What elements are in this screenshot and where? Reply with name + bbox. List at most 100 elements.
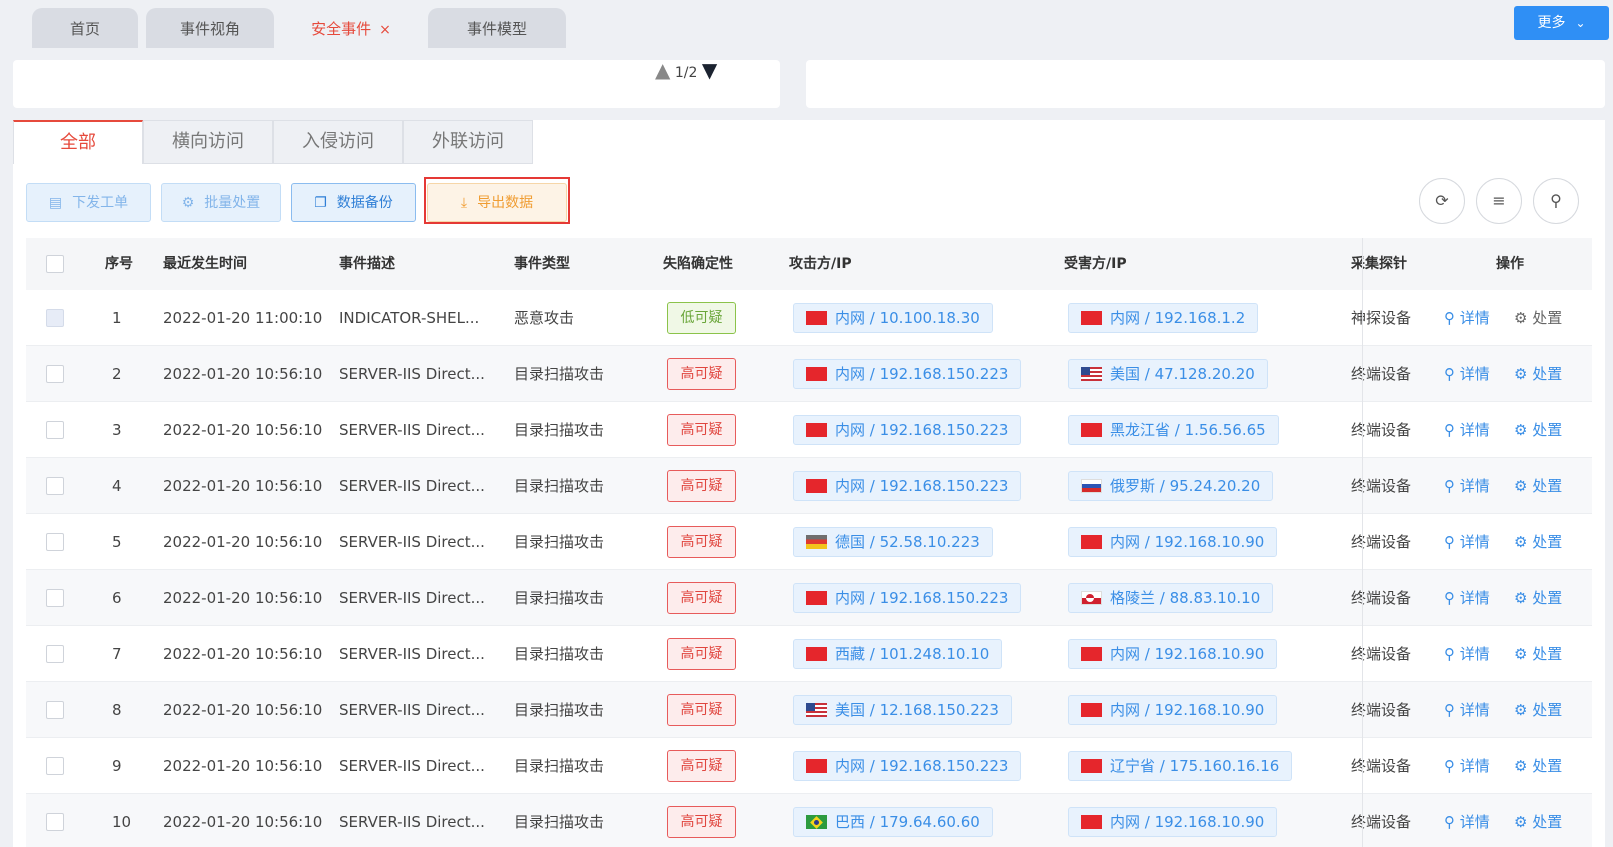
detail-link[interactable]: ⚲ 详情 [1444, 794, 1490, 847]
cell-probe: 终端设备 [1351, 757, 1412, 775]
summary-card-right [806, 60, 1605, 108]
tab-security-events[interactable]: 安全事件 × [282, 8, 420, 48]
victim-ip[interactable]: 黑龙江省 / 1.56.56.65 [1068, 415, 1279, 445]
row-checkbox[interactable] [46, 365, 64, 383]
table-row[interactable]: 6 2022-01-20 10:56:10 SERVER-IIS Direct...… [26, 570, 1592, 626]
attacker-ip-text: 内网 / 192.168.150.223 [835, 589, 1009, 607]
tab-home[interactable]: 首页 [32, 8, 138, 48]
detail-link[interactable]: ⚲ 详情 [1444, 346, 1490, 402]
victim-ip[interactable]: 内网 / 192.168.10.90 [1068, 807, 1278, 837]
handle-link[interactable]: ⚙ 处置 [1514, 794, 1562, 847]
row-checkbox[interactable] [46, 533, 64, 551]
table-row[interactable]: 4 2022-01-20 10:56:10 SERVER-IIS Direct...… [26, 458, 1592, 514]
row-checkbox[interactable] [46, 701, 64, 719]
handle-link[interactable]: ⚙ 处置 [1514, 514, 1562, 570]
victim-ip[interactable]: 内网 / 192.168.10.90 [1068, 639, 1278, 669]
row-checkbox[interactable] [46, 421, 64, 439]
attacker-ip[interactable]: 内网 / 10.100.18.30 [793, 303, 993, 333]
victim-ip[interactable]: 内网 / 192.168.10.90 [1068, 695, 1278, 725]
flag-icon [1081, 647, 1102, 661]
attacker-ip[interactable]: 内网 / 192.168.150.223 [793, 751, 1022, 781]
filter-settings-button[interactable]: ≡ [1476, 178, 1522, 224]
search-button[interactable]: ⚲ [1533, 178, 1579, 224]
detail-link[interactable]: ⚲ 详情 [1444, 570, 1490, 626]
batch-handle-button[interactable]: ⚙ 批量处置 [161, 183, 281, 222]
detail-link[interactable]: ⚲ 详情 [1444, 290, 1490, 346]
attacker-ip[interactable]: 内网 / 192.168.150.223 [793, 415, 1022, 445]
handle-link[interactable]: ⚙ 处置 [1514, 738, 1562, 794]
handle-link[interactable]: ⚙ 处置 [1514, 402, 1562, 458]
attacker-ip[interactable]: 内网 / 192.168.150.223 [793, 583, 1022, 613]
handle-link[interactable]: ⚙ 处置 [1514, 682, 1562, 738]
search-icon: ⚲ [1444, 309, 1460, 327]
handle-link[interactable]: ⚙ 处置 [1514, 458, 1562, 514]
attacker-ip[interactable]: 西藏 / 101.248.10.10 [793, 639, 1003, 669]
victim-ip[interactable]: 美国 / 47.128.20.20 [1068, 359, 1268, 389]
detail-link[interactable]: ⚲ 详情 [1444, 402, 1490, 458]
more-button[interactable]: 更多 ⌄ [1514, 6, 1609, 40]
table-row[interactable]: 8 2022-01-20 10:56:10 SERVER-IIS Direct...… [26, 682, 1592, 738]
detail-link[interactable]: ⚲ 详情 [1444, 738, 1490, 794]
row-checkbox[interactable] [46, 309, 64, 327]
close-icon[interactable]: × [379, 22, 391, 38]
table-row[interactable]: 3 2022-01-20 10:56:10 SERVER-IIS Direct...… [26, 402, 1592, 458]
attacker-ip[interactable]: 内网 / 192.168.150.223 [793, 471, 1022, 501]
table-row[interactable]: 10 2022-01-20 10:56:10 SERVER-IIS Direct..… [26, 794, 1592, 847]
attacker-ip[interactable]: 德国 / 52.58.10.223 [793, 527, 993, 557]
handle-link[interactable]: ⚙ 处置 [1514, 626, 1562, 682]
cell-time: 2022-01-20 10:56:10 [163, 645, 323, 663]
attacker-ip-text: 内网 / 192.168.150.223 [835, 421, 1009, 439]
table-row[interactable]: 9 2022-01-20 10:56:10 SERVER-IIS Direct...… [26, 738, 1592, 794]
attacker-ip[interactable]: 美国 / 12.168.150.223 [793, 695, 1012, 725]
handle-link[interactable]: ⚙ 处置 [1514, 290, 1562, 346]
victim-ip[interactable]: 辽宁省 / 175.160.16.16 [1068, 751, 1293, 781]
victim-ip[interactable]: 内网 / 192.168.1.2 [1068, 303, 1259, 333]
handle-label: 处置 [1532, 365, 1563, 383]
detail-link[interactable]: ⚲ 详情 [1444, 682, 1490, 738]
triangle-down-icon[interactable]: ▼ [702, 58, 717, 82]
row-checkbox[interactable] [46, 645, 64, 663]
table-row[interactable]: 1 2022-01-20 11:00:10 INDICATOR-SHEL... 恶意攻… [26, 290, 1592, 346]
subtab-lateral[interactable]: 横向访问 [143, 120, 273, 164]
victim-ip[interactable]: 内网 / 192.168.10.90 [1068, 527, 1278, 557]
dispatch-ticket-button[interactable]: ▤ 下发工单 [26, 183, 151, 222]
victim-ip-text: 内网 / 192.168.10.90 [1110, 701, 1265, 719]
select-all-checkbox[interactable] [46, 255, 64, 273]
cell-index: 2 [112, 365, 122, 383]
highlight-box [424, 177, 570, 224]
refresh-button[interactable]: ⟳ [1419, 178, 1465, 224]
table-row[interactable]: 7 2022-01-20 10:56:10 SERVER-IIS Direct...… [26, 626, 1592, 682]
data-backup-button[interactable]: ❐ 数据备份 [291, 183, 416, 222]
search-icon: ⚲ [1444, 477, 1460, 495]
cell-description: SERVER-IIS Direct... [339, 589, 485, 607]
row-checkbox[interactable] [46, 813, 64, 831]
detail-link[interactable]: ⚲ 详情 [1444, 458, 1490, 514]
handle-link[interactable]: ⚙ 处置 [1514, 346, 1562, 402]
attacker-ip-text: 内网 / 192.168.150.223 [835, 757, 1009, 775]
cell-type: 目录扫描攻击 [514, 813, 605, 831]
table-row[interactable]: 5 2022-01-20 10:56:10 SERVER-IIS Direct...… [26, 514, 1592, 570]
cell-type: 目录扫描攻击 [514, 645, 605, 663]
cell-time: 2022-01-20 10:56:10 [163, 533, 323, 551]
victim-ip[interactable]: 俄罗斯 / 95.24.20.20 [1068, 471, 1274, 501]
attacker-ip[interactable]: 巴西 / 179.64.60.60 [793, 807, 993, 837]
detail-label: 详情 [1459, 645, 1490, 663]
subtab-intrusion[interactable]: 入侵访问 [273, 120, 403, 164]
pager: ▲ 1/2 ▼ [655, 58, 717, 82]
table-row[interactable]: 2 2022-01-20 10:56:10 SERVER-IIS Direct...… [26, 346, 1592, 402]
cell-probe: 终端设备 [1351, 477, 1412, 495]
attacker-ip[interactable]: 内网 / 192.168.150.223 [793, 359, 1022, 389]
handle-link[interactable]: ⚙ 处置 [1514, 570, 1562, 626]
triangle-up-icon[interactable]: ▲ [655, 58, 670, 82]
tab-event-view[interactable]: 事件视角 [146, 8, 274, 48]
tab-event-model[interactable]: 事件模型 [428, 8, 566, 48]
subtab-outbound[interactable]: 外联访问 [403, 120, 533, 164]
victim-ip[interactable]: 格陵兰 / 88.83.10.10 [1068, 583, 1274, 613]
cell-probe: 终端设备 [1351, 421, 1412, 439]
detail-link[interactable]: ⚲ 详情 [1444, 626, 1490, 682]
row-checkbox[interactable] [46, 477, 64, 495]
subtab-all[interactable]: 全部 [13, 120, 143, 164]
row-checkbox[interactable] [46, 589, 64, 607]
row-checkbox[interactable] [46, 757, 64, 775]
detail-link[interactable]: ⚲ 详情 [1444, 514, 1490, 570]
